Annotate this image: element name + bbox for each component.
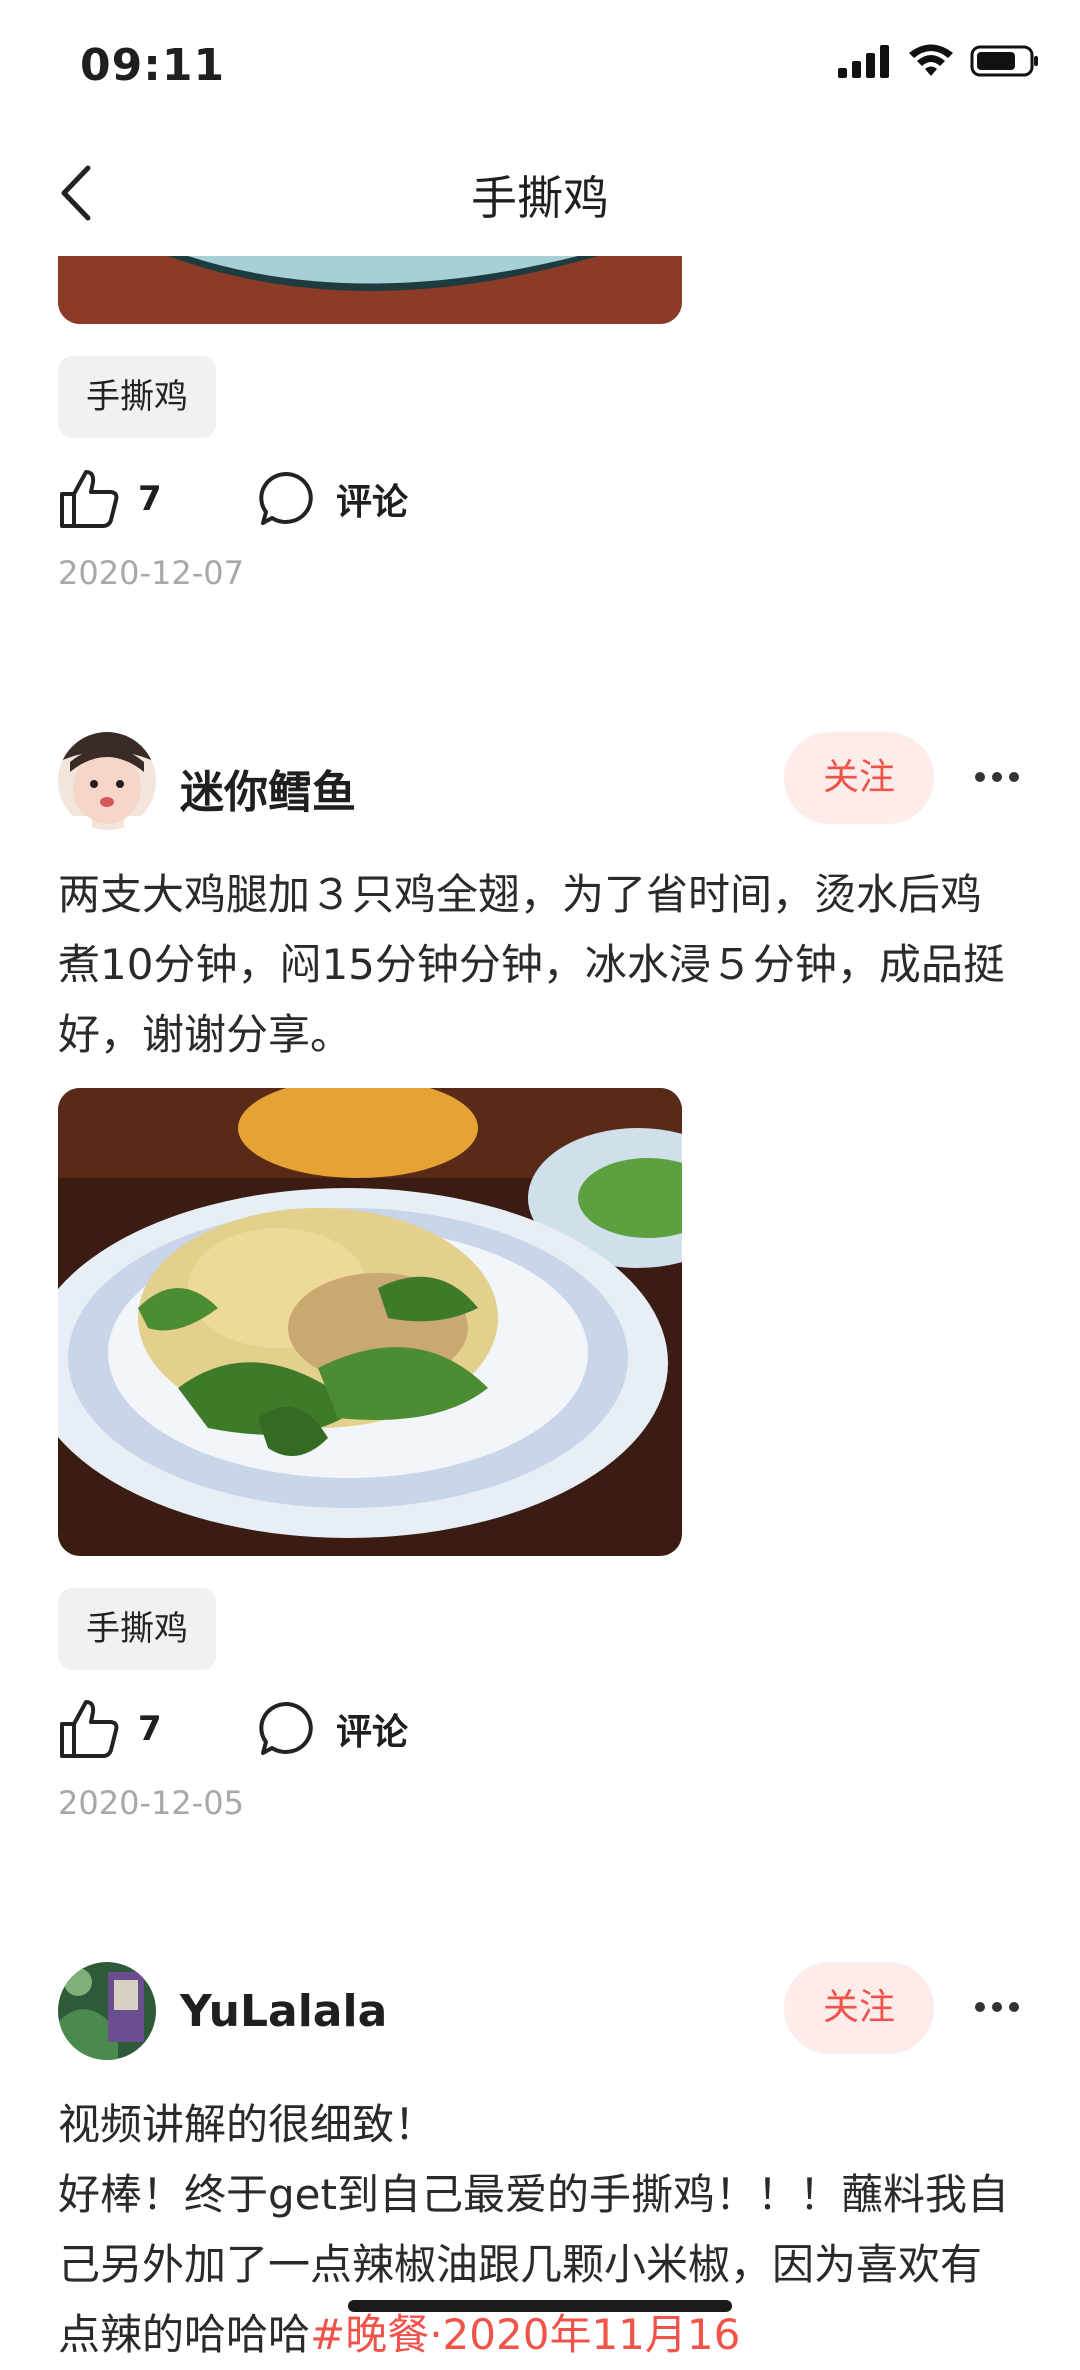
author-name[interactable]: YuLalala: [180, 1986, 387, 2037]
battery-icon: [970, 45, 1038, 77]
more-options-icon[interactable]: [972, 1992, 1022, 2022]
cellular-signal-icon: [838, 45, 889, 78]
like-button[interactable]: 7: [58, 1698, 258, 1760]
post-photo[interactable]: [58, 1088, 682, 1556]
post-date: 2020-12-05: [58, 1784, 244, 1822]
author-row: 迷你鳕鱼 关注: [58, 732, 1022, 832]
author-name[interactable]: 迷你鳕鱼: [180, 756, 356, 820]
like-count: 7: [138, 1709, 162, 1749]
comment-label: 评论: [336, 1712, 409, 1753]
action-row: 7 评论: [58, 1694, 408, 1764]
recipe-tag[interactable]: 手撕鸡: [58, 1588, 216, 1670]
post-date: 2020-12-07: [58, 554, 244, 592]
comment-button[interactable]: 评论: [258, 1700, 408, 1758]
comment-bubble-icon: [259, 471, 313, 525]
post-text: 两支大鸡腿加３只鸡全翅，为了省时间，烫水后鸡煮10分钟，闷15分钟分钟，冰水浸５…: [58, 870, 1005, 1059]
status-time: 09:11: [80, 40, 226, 91]
hashtag-link[interactable]: #晚餐·2020年11月16: [310, 2310, 740, 2359]
post-photo[interactable]: [58, 256, 682, 324]
like-count: 7: [138, 479, 162, 519]
wifi-icon: [909, 44, 953, 76]
page-title: 手撕鸡: [471, 171, 609, 225]
comment-bubble-icon: [259, 1701, 313, 1755]
recipe-tag[interactable]: 手撕鸡: [58, 356, 216, 438]
like-button[interactable]: 7: [58, 468, 258, 530]
more-options-icon[interactable]: [972, 762, 1022, 792]
status-icons: [838, 44, 1040, 78]
author-row: YuLalala 关注: [58, 1962, 1022, 2062]
status-bar: 09:11: [0, 0, 1080, 132]
comment-label: 评论: [336, 482, 409, 523]
comment-button[interactable]: 评论: [258, 470, 408, 528]
post-text-line: 视频讲解的很细致！: [58, 2100, 437, 2149]
avatar[interactable]: [58, 732, 156, 830]
thumbs-up-icon: [60, 470, 119, 528]
follow-button[interactable]: 关注: [784, 732, 934, 824]
avatar[interactable]: [58, 1962, 156, 2060]
thumbs-up-icon: [60, 1700, 119, 1758]
post-text: 视频讲解的很细致！ 好棒！终于get到自己最爱的手撕鸡！！！蘸料我自己另外加了一…: [58, 2090, 1018, 2370]
action-row: 7 评论: [58, 464, 408, 534]
follow-button[interactable]: 关注: [784, 1962, 934, 2054]
nav-bar: 手撕鸡: [0, 132, 1080, 256]
home-indicator: [348, 2300, 732, 2312]
